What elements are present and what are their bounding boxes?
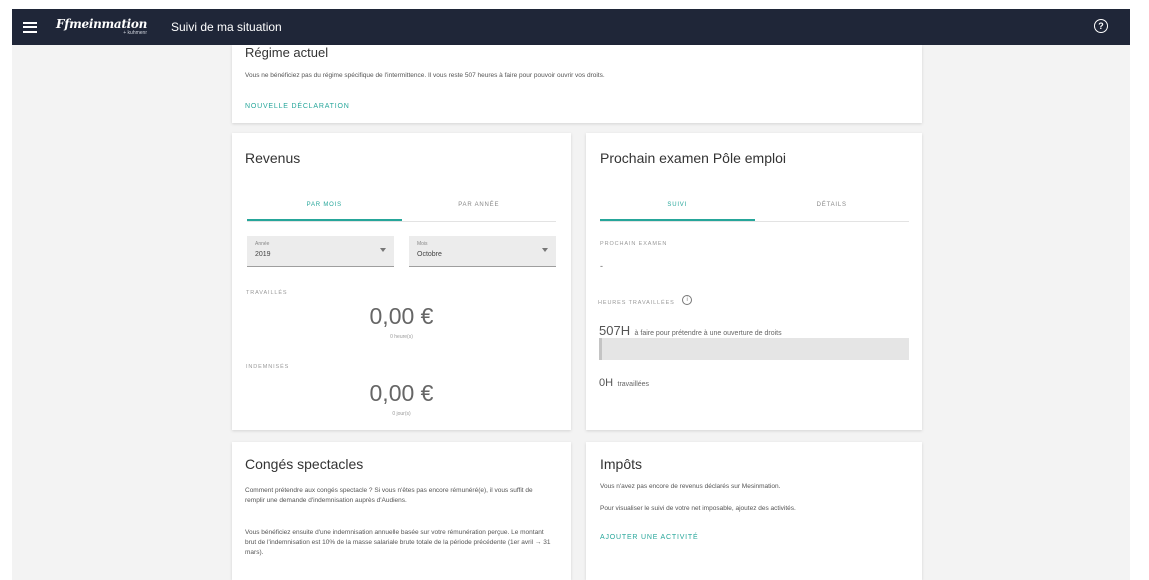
impots-card: Impôts Vous n'avez pas encore de revenus…	[586, 442, 922, 580]
chevron-down-icon	[380, 248, 386, 252]
impots-paragraph-1: Vous n'avez pas encore de revenus déclar…	[600, 483, 781, 490]
worked-hours-value: 0H	[599, 377, 614, 389]
regime-text: Vous ne bénéficiez pas du régime spécifi…	[245, 72, 605, 79]
chevron-down-icon	[542, 248, 548, 252]
next-exam-value: -	[600, 261, 603, 271]
window-right-strip	[1130, 0, 1149, 580]
info-icon[interactable]: i	[682, 294, 693, 305]
help-icon[interactable]: ?	[1094, 19, 1108, 33]
hours-worked-label: HEURES TRAVAILLÉES	[598, 300, 675, 306]
tab-suivi[interactable]: SUIVI	[600, 202, 755, 221]
year-select-label: Année	[255, 241, 270, 247]
tab-par-annee[interactable]: PAR ANNÉE	[402, 202, 557, 221]
conges-paragraph-2: Vous bénéficiez ensuite d'une indemnisat…	[245, 529, 551, 557]
examen-title: Prochain examen Pôle emploi	[600, 150, 786, 166]
window-left-strip	[0, 0, 12, 580]
regime-title: Régime actuel	[245, 45, 329, 60]
revenus-tabs: PAR MOIS PAR ANNÉE	[247, 202, 556, 221]
brand-name: Ffmeinmation	[56, 17, 147, 31]
tab-underline	[247, 221, 556, 222]
new-declaration-link[interactable]: NOUVELLE DÉCLARATION	[245, 103, 350, 110]
indemnises-amount: 0,00 €	[369, 380, 434, 406]
examen-card: Prochain examen Pôle emploi SUIVI DÉTAIL…	[586, 133, 922, 430]
revenus-card: Revenus PAR MOIS PAR ANNÉE Année 2019 Mo…	[232, 133, 571, 430]
travailles-hours: 0 heure(s)	[390, 334, 413, 340]
travailles-label: TRAVAILLÉS	[246, 290, 288, 296]
add-activity-link[interactable]: AJOUTER UNE ACTIVITÉ	[600, 534, 698, 541]
indemnises-label: INDEMNISÉS	[246, 364, 290, 370]
worked-hours-text: travaillées	[617, 381, 650, 388]
revenus-title: Revenus	[245, 150, 301, 166]
tab-details[interactable]: DÉTAILS	[755, 202, 910, 221]
window-top-strip	[0, 0, 1149, 9]
remaining-hours-value: 507H	[599, 323, 631, 338]
app-header: Ffmeinmation + kuhmenr Suivi de ma situa…	[12, 9, 1130, 45]
remaining-hours-text: à faire pour prétendre à une ouverture d…	[634, 330, 782, 337]
year-select[interactable]: Année 2019	[247, 236, 394, 267]
travailles-amount: 0,00 €	[369, 303, 434, 329]
month-select-value: Octobre	[417, 251, 442, 258]
indemnises-days: 0 jour(s)	[392, 411, 411, 417]
hours-worked-heading: HEURES TRAVAILLÉES i	[598, 291, 693, 309]
tab-underline	[600, 221, 909, 222]
impots-title: Impôts	[600, 456, 643, 472]
impots-paragraph-2: Pour visualiser le suivi de votre net im…	[600, 505, 796, 512]
hours-progress-fill	[599, 338, 603, 360]
conges-title: Congés spectacles	[245, 456, 364, 472]
regime-card: Régime actuel Vous ne bénéficiez pas du …	[232, 45, 922, 123]
worked-hours: 0H travaillées	[599, 373, 649, 391]
month-select-label: Mois	[417, 241, 428, 247]
month-select[interactable]: Mois Octobre	[409, 236, 556, 267]
conges-paragraph-1: Comment prétendre aux congés spectacle ?…	[245, 487, 533, 505]
examen-tabs: SUIVI DÉTAILS	[600, 202, 909, 221]
next-exam-label: PROCHAIN EXAMEN	[600, 241, 668, 247]
brand-subtitle: + kuhmenr	[123, 30, 147, 36]
tab-par-mois[interactable]: PAR MOIS	[247, 202, 402, 221]
year-select-value: 2019	[255, 251, 271, 258]
menu-icon[interactable]	[23, 21, 37, 33]
page-title: Suivi de ma situation	[171, 20, 282, 34]
hours-progress-bar	[599, 338, 909, 360]
brand-logo[interactable]: Ffmeinmation + kuhmenr	[56, 18, 147, 36]
conges-card: Congés spectacles Comment prétendre aux …	[232, 442, 571, 580]
